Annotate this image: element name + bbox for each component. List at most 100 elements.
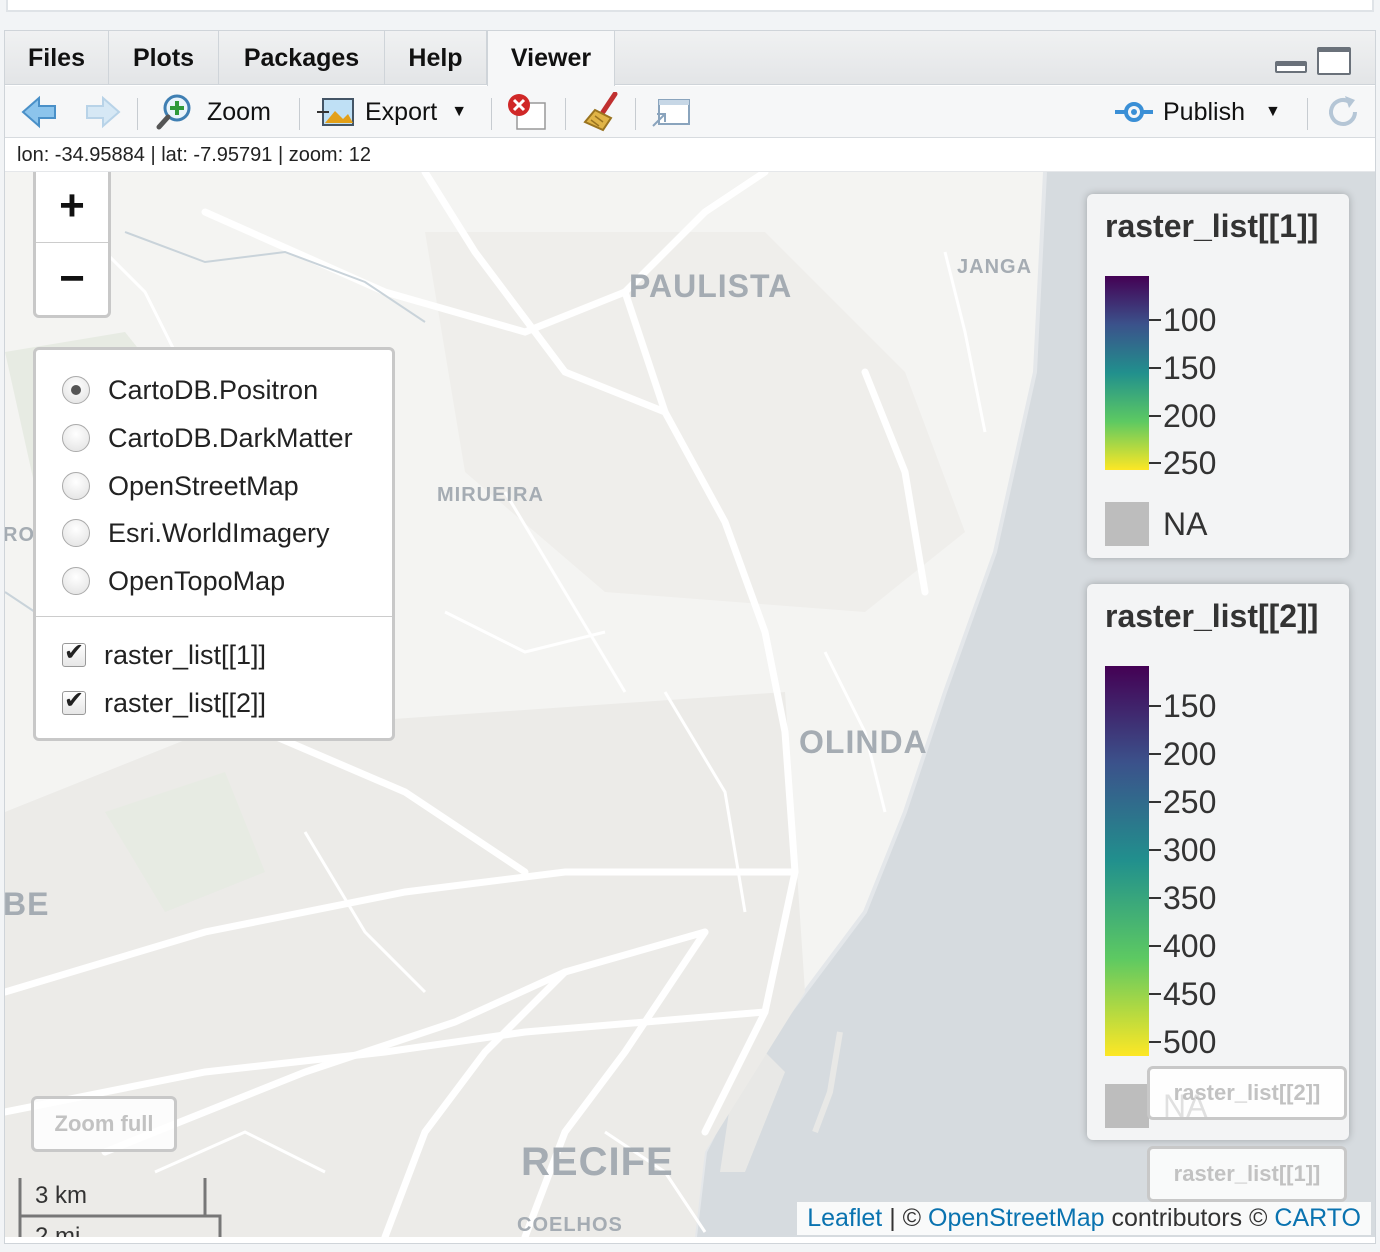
refresh-button[interactable] (1323, 92, 1363, 132)
tab-help[interactable]: Help (385, 31, 487, 85)
base-layer-label: OpenStreetMap (108, 470, 299, 501)
zoom-full-button[interactable]: Zoom full (31, 1096, 177, 1152)
legend-raster-2: raster_list[[2]] 150 200 250 300 350 400… (1087, 584, 1349, 1140)
tab-files[interactable]: Files (5, 31, 109, 85)
base-layer-option[interactable]: CartoDB.Positron (62, 370, 318, 410)
zoom-in-button[interactable]: + (36, 172, 108, 242)
base-layer-label: CartoDB.DarkMatter (108, 422, 353, 453)
legend-tick-label: 400 (1163, 928, 1217, 964)
tab-viewer[interactable]: Viewer (487, 31, 615, 86)
broom-icon (583, 92, 618, 132)
zoom-control: + − (33, 172, 111, 318)
place-label-be: BE (5, 886, 50, 922)
show-in-window-button[interactable] (651, 92, 691, 132)
scale-mi-label: 2 mi (35, 1223, 81, 1237)
attribution-separator: | © (882, 1204, 929, 1232)
zoom-to-raster-1-button[interactable]: raster_list[[1]] (1147, 1146, 1347, 1202)
maximize-pane-icon[interactable] (1317, 47, 1351, 75)
legend-tick (1149, 705, 1161, 707)
publish-button[interactable]: Publish ▼ (1113, 92, 1281, 132)
layers-control: CartoDB.Positron CartoDB.DarkMatter Open… (33, 347, 395, 741)
overlay-label: raster_list[[2]] (104, 687, 267, 718)
clear-all-button[interactable] (581, 92, 625, 132)
checkbox-checked[interactable] (62, 638, 86, 667)
publish-dropdown-caret-icon: ▼ (1265, 103, 1281, 120)
base-layer-label: CartoDB.Positron (108, 374, 319, 405)
legend-tick-label: 250 (1163, 445, 1217, 481)
radio[interactable] (62, 424, 90, 452)
radio-selected[interactable] (62, 376, 90, 404)
overlay-option[interactable]: raster_list[[1]] (62, 635, 266, 675)
zoom-out-button[interactable]: − (36, 242, 108, 315)
openstreetmap-link[interactable]: OpenStreetMap (928, 1204, 1105, 1232)
place-label-olinda: OLINDA (799, 724, 928, 760)
minimize-pane-icon[interactable] (1275, 61, 1307, 73)
overlay-option[interactable]: raster_list[[2]] (62, 683, 266, 723)
editor-frame-edge (6, 0, 1374, 12)
scale-km-label: 3 km (35, 1182, 88, 1209)
mouse-coordinates-readout: lon: -34.95884 | lat: -7.95791 | zoom: 1… (5, 138, 1375, 172)
legend-color-ramp (1105, 666, 1149, 1056)
leaflet-map[interactable]: PAULISTA JANGA MIRUEIRA OLINDA RECIFE CO… (5, 172, 1375, 1237)
export-dropdown-caret-icon: ▼ (451, 103, 468, 120)
forward-button[interactable] (83, 92, 123, 132)
legend-tick-label: 450 (1163, 976, 1217, 1012)
legend-color-ramp (1105, 276, 1149, 470)
toolbar-divider (635, 98, 636, 130)
export-image-icon (317, 98, 354, 126)
toolbar-divider (1307, 98, 1308, 130)
export-button[interactable]: Export ▼ (315, 92, 467, 132)
base-layer-label: OpenTopoMap (108, 565, 286, 596)
zoom-label: Zoom (207, 97, 271, 126)
toolbar-divider (299, 98, 300, 130)
legend-tick-label: 100 (1163, 302, 1217, 338)
carto-link[interactable]: CARTO (1274, 1204, 1361, 1232)
leaflet-link[interactable]: Leaflet (807, 1204, 882, 1232)
toolbar-divider (491, 98, 492, 130)
publish-icon (1115, 102, 1153, 122)
top-strip (0, 0, 1380, 28)
tab-packages[interactable]: Packages (219, 31, 385, 85)
legend-tick-label: 200 (1163, 398, 1217, 434)
publish-label: Publish (1163, 97, 1245, 126)
popout-window-icon (652, 99, 690, 127)
map-attribution: Leaflet | © OpenStreetMap contributors ©… (797, 1202, 1371, 1235)
toolbar-divider (137, 98, 138, 130)
attribution-contributors: contributors © (1104, 1204, 1275, 1232)
place-label-mirueira: MIRUEIRA (437, 484, 544, 506)
radio[interactable] (62, 519, 90, 547)
refresh-icon (1329, 96, 1357, 126)
zoom-button[interactable]: Zoom (155, 92, 271, 132)
back-button[interactable] (19, 92, 59, 132)
legend-na-swatch (1105, 502, 1149, 546)
tab-bar: Files Plots Packages Help Viewer (5, 31, 1375, 86)
radio[interactable] (62, 472, 90, 500)
base-layer-option[interactable]: OpenTopoMap (62, 561, 285, 601)
legend-tick-label: 150 (1163, 688, 1217, 724)
legend-tick-label: 150 (1163, 350, 1217, 386)
base-layer-option[interactable]: OpenStreetMap (62, 466, 299, 506)
legend-raster-1: raster_list[[1]] 100 150 200 250 NA (1087, 194, 1349, 558)
remove-viewer-button[interactable] (505, 92, 549, 132)
legend-tick (1149, 849, 1161, 851)
legend-tick (1149, 415, 1161, 417)
viewer-toolbar: Zoom Export ▼ Publish ▼ (5, 86, 1375, 138)
base-layer-label: Esri.WorldImagery (108, 517, 330, 548)
legend-tick (1149, 319, 1161, 321)
legend-tick-label: 350 (1163, 880, 1217, 916)
base-layer-option[interactable]: CartoDB.DarkMatter (62, 418, 353, 458)
zoom-to-raster-2-button[interactable]: raster_list[[2]] (1147, 1066, 1347, 1120)
back-arrow-icon (21, 95, 56, 129)
base-layer-option[interactable]: Esri.WorldImagery (62, 513, 330, 553)
legend-tick (1149, 945, 1161, 947)
legend-tick (1149, 801, 1161, 803)
radio[interactable] (62, 567, 90, 595)
forward-arrow-icon (86, 95, 121, 129)
legend-title: raster_list[[2]] (1105, 598, 1319, 634)
place-label-paulista: PAULISTA (629, 268, 793, 304)
tab-plots[interactable]: Plots (109, 31, 219, 85)
checkbox-checked[interactable] (62, 686, 86, 715)
place-label-coelhos: COELHOS (517, 1214, 623, 1236)
place-label-recife: RECIFE (521, 1140, 674, 1184)
legend-title: raster_list[[1]] (1105, 208, 1319, 244)
